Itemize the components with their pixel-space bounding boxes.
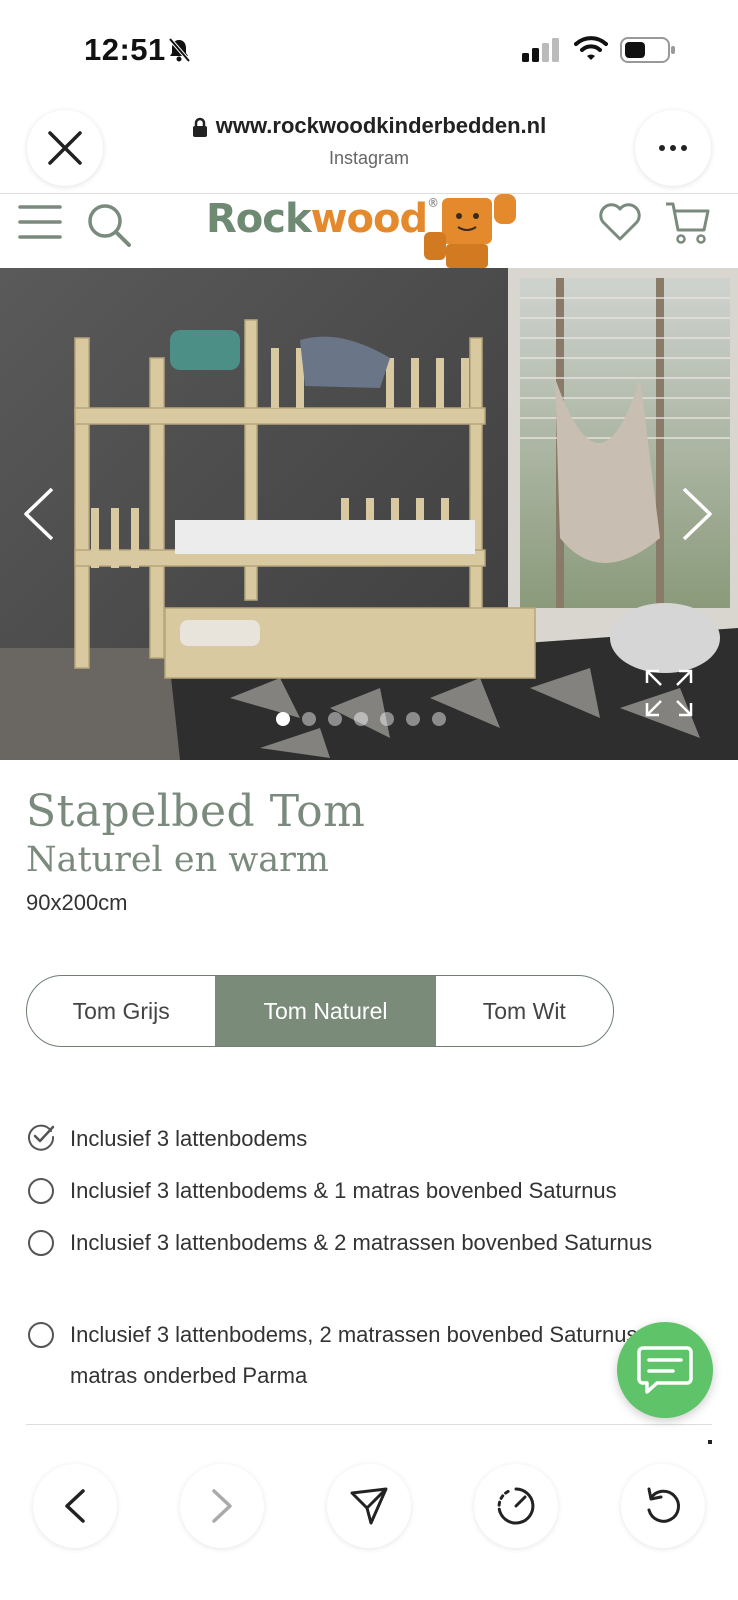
section-divider <box>26 1424 712 1425</box>
battery-icon <box>620 37 675 63</box>
logo-text-wood: wood <box>310 196 429 242</box>
more-icon <box>659 145 687 151</box>
radio-button[interactable] <box>28 1230 54 1256</box>
gallery-dot[interactable] <box>354 712 368 726</box>
variant-selector: Tom Grijs Tom Naturel Tom Wit <box>26 975 614 1047</box>
gallery-dot[interactable] <box>302 712 316 726</box>
cellular-signal-icon <box>522 38 559 62</box>
product-size: 90x200cm <box>26 890 128 915</box>
gallery-next-arrow[interactable] <box>680 486 714 542</box>
gallery-dot[interactable] <box>380 712 394 726</box>
forward-button[interactable] <box>180 1464 264 1548</box>
site-logo[interactable]: Rockwood® <box>206 196 439 242</box>
gallery-dot[interactable] <box>432 712 446 726</box>
bell-slash-icon <box>168 37 191 63</box>
product-subtitle: Naturel en warm <box>26 840 329 880</box>
share-icon <box>350 1487 388 1525</box>
browser-toolbar <box>0 1462 738 1552</box>
search-icon[interactable] <box>86 202 132 248</box>
reload-button[interactable] <box>621 1464 705 1548</box>
option-item[interactable]: Inclusief 3 lattenbodems & 1 matras bove… <box>26 1170 716 1222</box>
radio-button[interactable] <box>28 1322 54 1348</box>
check-circle-icon <box>28 1124 55 1151</box>
product-image-gallery[interactable] <box>0 268 738 760</box>
reload-icon <box>647 1487 681 1523</box>
gallery-dot[interactable] <box>328 712 342 726</box>
fullscreen-icon[interactable] <box>644 668 694 718</box>
variant-tom-naturel[interactable]: Tom Naturel <box>215 976 436 1046</box>
gallery-prev-arrow[interactable] <box>22 486 56 542</box>
option-label: Inclusief 3 lattenbodems & 1 matras bove… <box>70 1178 617 1203</box>
site-nav: Rockwood® <box>0 194 738 268</box>
radio-button[interactable] <box>28 1178 54 1204</box>
back-icon <box>65 1489 85 1523</box>
mascot-logo <box>424 194 516 268</box>
menu-icon[interactable] <box>18 204 62 240</box>
status-time: 12:51 <box>84 32 166 67</box>
back-button[interactable] <box>33 1464 117 1548</box>
option-label: Inclusief 3 lattenbodems <box>70 1126 308 1151</box>
chat-button[interactable] <box>617 1322 713 1418</box>
share-button[interactable] <box>327 1464 411 1548</box>
url-bar[interactable]: www.rockwoodkinderbedden.nl <box>0 113 738 139</box>
gallery-dot[interactable] <box>276 712 290 726</box>
speed-button[interactable] <box>474 1464 558 1548</box>
product-photo <box>0 268 738 760</box>
url-text: www.rockwoodkinderbedden.nl <box>215 113 547 138</box>
option-item[interactable]: Inclusief 3 lattenbodems, 2 matrassen bo… <box>26 1314 716 1404</box>
cart-icon[interactable] <box>664 200 710 246</box>
home-indicator-dot <box>708 1440 712 1444</box>
more-button[interactable] <box>635 110 711 186</box>
wifi-icon <box>574 36 608 60</box>
variant-tom-wit[interactable]: Tom Wit <box>436 976 613 1046</box>
option-label: Inclusief 3 lattenbodems & 2 matrassen b… <box>70 1230 653 1255</box>
logo-text-rock: Rock <box>206 196 312 242</box>
variant-tom-grijs[interactable]: Tom Grijs <box>27 976 215 1046</box>
url-source: Instagram <box>328 148 410 168</box>
gallery-dot[interactable] <box>406 712 420 726</box>
forward-icon <box>212 1489 232 1523</box>
status-bar: 12:51 <box>0 0 738 100</box>
gallery-dots <box>276 712 446 726</box>
lock-icon <box>192 117 207 138</box>
option-item[interactable]: Inclusief 3 lattenbodems & 2 matrassen b… <box>26 1222 716 1314</box>
speed-icon <box>497 1487 535 1525</box>
option-item[interactable]: Inclusief 3 lattenbodems <box>26 1118 716 1170</box>
option-label: Inclusief 3 lattenbodems, 2 matrassen bo… <box>70 1322 677 1388</box>
chat-icon <box>637 1346 693 1394</box>
product-title: Stapelbed Tom <box>26 786 366 837</box>
bundle-options: Inclusief 3 lattenbodems Inclusief 3 lat… <box>26 1118 716 1404</box>
browser-header: www.rockwoodkinderbedden.nl Instagram <box>0 100 738 192</box>
heart-icon[interactable] <box>598 202 642 242</box>
